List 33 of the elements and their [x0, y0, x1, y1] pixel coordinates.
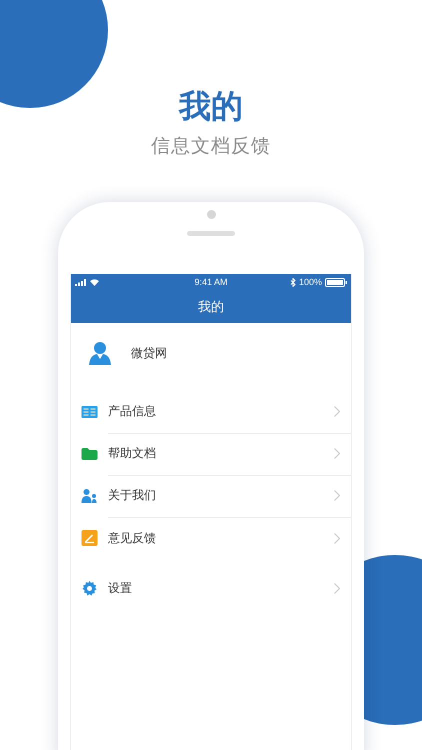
menu-item[interactable]: 意见反馈 [71, 517, 351, 559]
menu-label: 帮助文档 [108, 445, 156, 462]
chevron-icon [334, 490, 340, 501]
bluetooth-icon [290, 278, 296, 286]
nav-title: 我的 [198, 298, 224, 316]
chevron-icon [334, 582, 340, 594]
speaker-slot [187, 231, 235, 236]
menu-label: 关于我们 [108, 487, 156, 504]
book-icon [81, 406, 98, 418]
folder-icon [81, 448, 98, 460]
menu-item[interactable]: 帮助文档 [71, 433, 351, 475]
battery-percent: 100% [298, 277, 322, 287]
menu-item[interactable]: 关于我们 [71, 475, 351, 517]
page-subtitle: 信息文档反馈 [151, 134, 271, 158]
settings-icon [81, 580, 98, 596]
chevron-icon [334, 532, 340, 544]
wifi-icon [90, 278, 99, 286]
menu-label: 意见反馈 [108, 530, 156, 546]
user-icon [88, 341, 112, 365]
signal-icon [75, 278, 87, 286]
page-title: 我的 [179, 86, 243, 126]
menu-label: 设置 [108, 580, 132, 596]
chevron-icon [334, 406, 340, 417]
battery-icon [325, 278, 347, 286]
menu-item[interactable]: 产品信息 [71, 391, 351, 433]
chevron-icon [334, 448, 340, 459]
people-icon [81, 489, 98, 503]
camera-dot [206, 210, 216, 219]
profile-name: 微贷网 [131, 344, 167, 362]
edit-icon [81, 530, 98, 546]
menu-item[interactable]: 设置 [71, 567, 351, 609]
status-time: 9:41 AM [194, 277, 228, 287]
menu-label: 产品信息 [108, 403, 156, 420]
